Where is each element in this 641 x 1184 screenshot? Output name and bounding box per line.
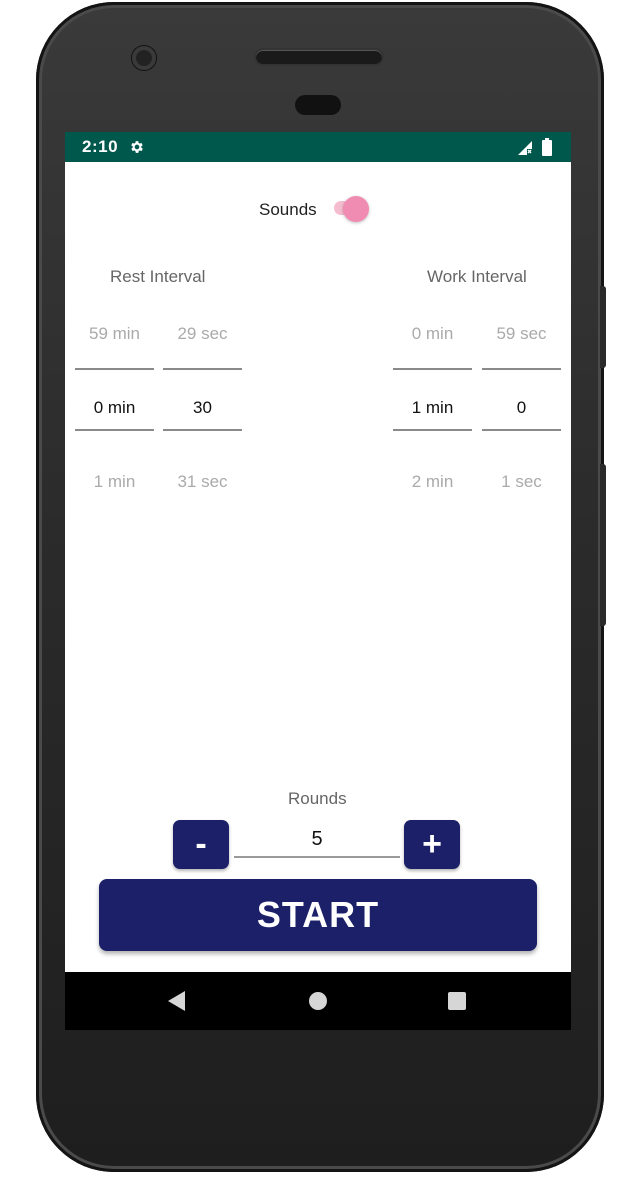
picker-option[interactable]: 29 sec — [163, 324, 242, 344]
work-seconds-picker[interactable]: 59 sec 0 1 sec — [482, 324, 561, 494]
picker-divider — [482, 368, 561, 370]
rounds-input[interactable]: 5 — [234, 828, 400, 858]
picker-option[interactable]: 59 min — [75, 324, 154, 344]
gear-icon — [131, 141, 143, 153]
power-button — [600, 286, 606, 368]
rest-minutes-picker[interactable]: 59 min 0 min 1 min — [75, 324, 154, 494]
app-screen: 2:10 Sounds Rest Interval Work Interval … — [65, 132, 571, 1030]
work-interval-label: Work Interval — [427, 267, 527, 286]
picker-option[interactable]: 59 sec — [482, 324, 561, 344]
navigation-bar — [65, 972, 571, 1030]
front-camera — [132, 46, 156, 70]
work-minutes-picker[interactable]: 0 min 1 min 2 min — [393, 324, 472, 494]
picker-option[interactable]: 1 sec — [482, 472, 561, 492]
volume-button — [600, 464, 606, 626]
increase-rounds-button[interactable]: + — [404, 820, 460, 869]
earpiece-speaker — [256, 50, 382, 64]
back-icon[interactable] — [168, 991, 185, 1011]
picker-selected-value[interactable]: 0 — [482, 398, 561, 418]
toggle-thumb — [343, 196, 369, 222]
picker-selected-value[interactable]: 0 min — [75, 398, 154, 418]
rest-interval-label: Rest Interval — [110, 267, 206, 286]
picker-option[interactable]: 0 min — [393, 324, 472, 344]
sounds-label: Sounds — [259, 200, 317, 219]
sounds-setting: Sounds — [65, 196, 571, 224]
picker-option[interactable]: 1 min — [75, 472, 154, 492]
home-icon[interactable] — [309, 992, 327, 1010]
start-button[interactable]: START — [99, 879, 537, 951]
picker-option[interactable]: 31 sec — [163, 472, 242, 492]
proximity-sensor — [295, 95, 341, 115]
picker-option[interactable]: 2 min — [393, 472, 472, 492]
status-time: 2:10 — [82, 137, 119, 156]
picker-divider — [393, 429, 472, 431]
picker-divider — [482, 429, 561, 431]
picker-divider — [163, 368, 242, 370]
rest-seconds-picker[interactable]: 29 sec 30 31 sec — [163, 324, 242, 494]
picker-divider — [163, 429, 242, 431]
recents-icon[interactable] — [448, 992, 466, 1010]
battery-icon — [542, 138, 552, 156]
picker-divider — [75, 368, 154, 370]
picker-divider — [75, 429, 154, 431]
picker-divider — [393, 368, 472, 370]
rounds-label: Rounds — [288, 789, 347, 808]
picker-selected-value[interactable]: 30 — [163, 398, 242, 418]
picker-selected-value[interactable]: 1 min — [393, 398, 472, 418]
status-bar: 2:10 — [65, 132, 571, 162]
signal-icon — [518, 141, 532, 155]
decrease-rounds-button[interactable]: - — [173, 820, 229, 869]
